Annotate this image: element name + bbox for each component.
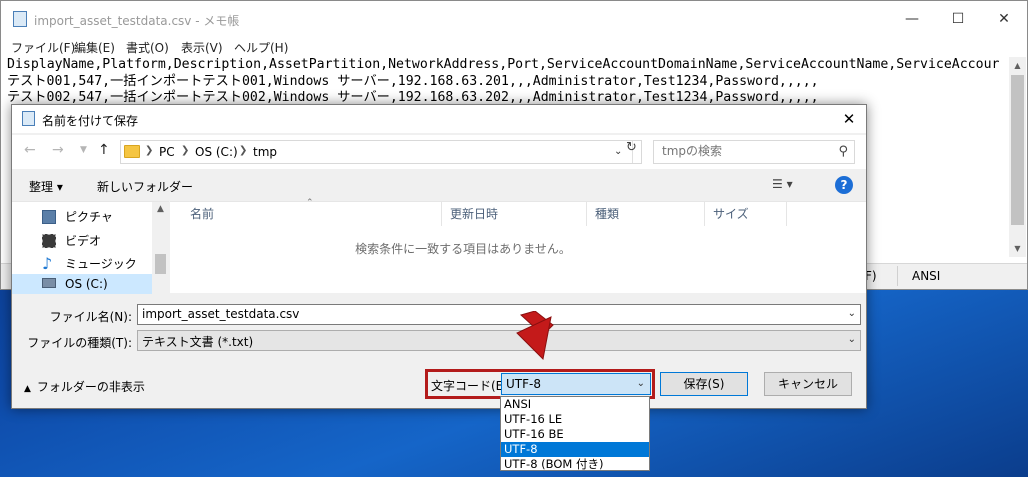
notepad-icon	[22, 111, 35, 126]
notepad-titlebar: import_asset_testdata.csv - メモ帳 — ☐ ✕	[1, 1, 1027, 37]
hide-folders-toggle[interactable]: ▲ フォルダーの非表示	[24, 378, 145, 395]
scroll-up-icon[interactable]: ▲	[1009, 57, 1026, 74]
filename-value: import_asset_testdata.csv	[142, 307, 300, 321]
menu-view[interactable]: 表示(V)	[181, 39, 223, 56]
navigation-pane: ピクチャ ビデオ ♪ ミュージック OS (C:) ▲	[12, 201, 169, 294]
menu-edit[interactable]: 編集(E)	[74, 39, 115, 56]
chevron-up-icon: ▲	[24, 384, 31, 394]
encoding-option-utf16be[interactable]: UTF-16 BE	[501, 427, 649, 442]
breadcrumb-drive[interactable]: OS (C:)	[195, 145, 238, 159]
save-button[interactable]: 保存(S)	[660, 372, 748, 396]
filetype-value: テキスト文書 (*.txt)	[142, 335, 254, 349]
column-name[interactable]: 名前	[182, 202, 442, 226]
chevron-down-icon[interactable]: ⌄	[637, 378, 645, 389]
chevron-right-icon[interactable]: ❯	[239, 145, 247, 156]
encoding-option-utf8[interactable]: UTF-8	[501, 442, 649, 457]
breadcrumb-pc[interactable]: PC	[159, 145, 175, 159]
dialog-toolbar: 整理 ▾ 新しいフォルダー ☰ ▾ ?	[12, 171, 866, 201]
scroll-up-icon[interactable]: ▲	[152, 204, 169, 214]
chevron-right-icon[interactable]: ❯	[145, 145, 153, 156]
notepad-menubar: ファイル(F) 編集(E) 書式(O) 表示(V) ヘルプ(H)	[1, 37, 1027, 57]
column-modified[interactable]: 更新日時	[442, 202, 587, 226]
filename-label: ファイル名(N):	[49, 310, 132, 324]
nav-item-label: OS (C:)	[65, 277, 108, 291]
filetype-label: ファイルの種類(T):	[27, 336, 132, 350]
minimize-icon[interactable]: —	[889, 1, 935, 37]
refresh-icon[interactable]: ↻	[626, 140, 637, 155]
scroll-thumb[interactable]	[155, 254, 166, 274]
dialog-titlebar: 名前を付けて保存 ✕	[12, 105, 866, 133]
pictures-icon	[42, 210, 56, 224]
search-input[interactable]	[662, 144, 832, 158]
save-as-dialog: 名前を付けて保存 ✕ ← → ▼ ↑ ❯ PC ❯ OS (C:) ❯ tmp …	[11, 104, 867, 409]
nav-item-pictures[interactable]: ピクチャ	[42, 206, 152, 228]
dialog-title: 名前を付けて保存	[42, 114, 139, 128]
search-icon[interactable]: ⚲	[838, 144, 848, 159]
close-icon[interactable]: ✕	[981, 1, 1027, 37]
status-encoding: ANSI	[912, 269, 941, 283]
encoding-option-ansi[interactable]: ANSI	[501, 397, 649, 412]
column-type[interactable]: 種類	[587, 202, 705, 226]
filetype-select[interactable]: テキスト文書 (*.txt) ⌄	[137, 330, 861, 351]
notepad-vertical-scrollbar[interactable]: ▲ ▼	[1009, 57, 1026, 257]
music-icon: ♪	[42, 254, 53, 273]
back-arrow-icon[interactable]: ←	[24, 142, 36, 158]
filename-field[interactable]: import_asset_testdata.csv ⌄	[137, 304, 861, 325]
chevron-down-icon[interactable]: ⌄	[614, 146, 622, 157]
column-size[interactable]: サイズ	[705, 202, 787, 226]
breadcrumb-tmp[interactable]: tmp	[253, 145, 277, 159]
menu-file[interactable]: ファイル(F)	[11, 39, 75, 56]
nav-item-videos[interactable]: ビデオ	[42, 230, 152, 252]
drive-icon	[42, 278, 56, 288]
empty-message: 検索条件に一致する項目はありません。	[355, 242, 571, 256]
red-arrow-annotation	[516, 311, 554, 361]
notepad-icon	[13, 11, 27, 27]
encoding-option-utf16le[interactable]: UTF-16 LE	[501, 412, 649, 427]
organize-button[interactable]: 整理 ▾	[29, 178, 63, 195]
menu-format[interactable]: 書式(O)	[126, 39, 169, 56]
hide-folders-label: フォルダーの非表示	[36, 380, 145, 394]
text-line: テスト001,547,一括インポートテスト001,Windows サーバー,19…	[7, 73, 819, 89]
encoding-value: UTF-8	[506, 377, 541, 391]
notepad-title: import_asset_testdata.csv - メモ帳	[34, 14, 240, 28]
view-options-icon[interactable]: ☰ ▾	[772, 177, 793, 191]
address-bar[interactable]: ❯ PC ❯ OS (C:) ❯ tmp ⌄	[120, 140, 642, 164]
help-icon[interactable]: ?	[835, 176, 853, 194]
nav-item-label: ビデオ	[65, 234, 102, 248]
up-arrow-icon[interactable]: ↑	[98, 142, 110, 158]
maximize-icon[interactable]: ☐	[935, 1, 981, 37]
recent-dropdown-icon[interactable]: ▼	[80, 145, 87, 155]
nav-item-music[interactable]: ♪ ミュージック	[42, 253, 152, 275]
menu-help[interactable]: ヘルプ(H)	[234, 39, 288, 56]
navigation-row: ← → ▼ ↑ ❯ PC ❯ OS (C:) ❯ tmp ⌄ ↻ ⚲	[12, 135, 866, 169]
status-separator	[897, 266, 898, 286]
file-list-pane: ⌃ 名前 更新日時 種類 サイズ 検索条件に一致する項目はありません。	[170, 198, 866, 293]
encoding-dropdown-list: ANSI UTF-16 LE UTF-16 BE UTF-8 UTF-8 (BO…	[500, 396, 650, 471]
search-box[interactable]: ⚲	[653, 140, 855, 164]
videos-icon	[42, 234, 56, 248]
folder-icon	[124, 145, 140, 158]
chevron-right-icon[interactable]: ❯	[181, 145, 189, 156]
notepad-text-area[interactable]: DisplayName,Platform,Description,AssetPa…	[7, 57, 1003, 107]
text-line: DisplayName,Platform,Description,AssetPa…	[7, 57, 1000, 72]
forward-arrow-icon[interactable]: →	[52, 142, 64, 158]
nav-item-os-drive[interactable]: OS (C:)	[12, 274, 152, 294]
encoding-option-utf8-bom[interactable]: UTF-8 (BOM 付き)	[501, 457, 649, 472]
cancel-button[interactable]: キャンセル	[764, 372, 852, 396]
chevron-down-icon[interactable]: ⌄	[848, 308, 856, 319]
new-folder-button[interactable]: 新しいフォルダー	[97, 178, 193, 195]
nav-item-label: ピクチャ	[65, 210, 113, 224]
chevron-down-icon[interactable]: ⌄	[848, 334, 856, 345]
dialog-close-icon[interactable]: ✕	[834, 105, 864, 133]
scroll-down-icon[interactable]: ▼	[1009, 240, 1026, 257]
encoding-select[interactable]: UTF-8 ⌄	[501, 373, 651, 395]
nav-item-label: ミュージック	[65, 257, 137, 271]
scroll-thumb[interactable]	[1011, 75, 1024, 225]
nav-pane-scrollbar[interactable]: ▲	[152, 202, 169, 294]
encoding-label: 文字コード(E):	[431, 379, 512, 393]
